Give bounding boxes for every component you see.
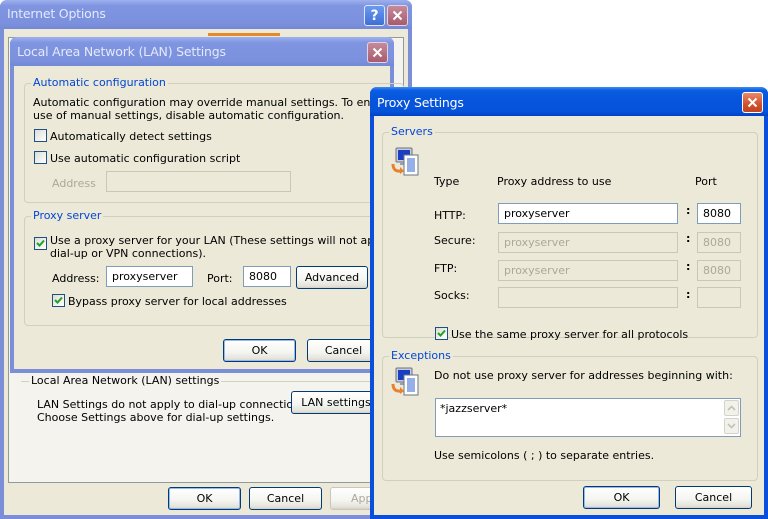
- lan-settings-titlebar[interactable]: Local Area Network (LAN) Settings: [10, 37, 394, 66]
- checkmark-icon: [36, 239, 45, 247]
- proxy-computer-icon: [391, 147, 419, 176]
- help-button[interactable]: ?: [364, 5, 385, 26]
- script-address-label: Address: [52, 177, 96, 190]
- proxy-port-label: Port:: [207, 272, 233, 285]
- help-icon: ?: [370, 7, 379, 24]
- chevron-up-icon: [727, 405, 736, 411]
- internet-options-cancel-button[interactable]: Cancel: [249, 487, 322, 510]
- proxy-server-group-label: Proxy server: [31, 209, 104, 223]
- lan-settings-close-button[interactable]: [367, 42, 388, 63]
- socks-separator: :: [686, 288, 691, 301]
- proxy-settings-titlebar[interactable]: Proxy Settings: [370, 87, 768, 116]
- proxy-port-input[interactable]: 8080: [243, 266, 291, 287]
- lan-settings-window: Local Area Network (LAN) Settings Automa…: [10, 37, 416, 373]
- auto-detect-label[interactable]: Automatically detect settings: [50, 130, 212, 143]
- secure-separator: :: [686, 232, 691, 245]
- ftp-separator: :: [686, 260, 691, 273]
- internet-options-titlebar[interactable]: Internet Options ?: [0, 0, 412, 29]
- connections-tab-indicator[interactable]: [208, 33, 280, 36]
- proxy-settings-close-button[interactable]: [742, 92, 763, 113]
- checkmark-icon: [437, 329, 446, 337]
- proxy-cancel-button[interactable]: Cancel: [675, 486, 752, 509]
- scroll-up-button[interactable]: [724, 400, 739, 416]
- script-address-input[interactable]: [106, 171, 291, 192]
- col-address-header: Proxy address to use: [497, 175, 612, 188]
- proxy-address-label: Address:: [52, 272, 100, 285]
- exceptions-icon: [391, 367, 419, 396]
- servers-group-label: Servers: [389, 125, 435, 139]
- auto-config-description-line2: use of manual settings, disable automati…: [33, 109, 345, 122]
- http-type-label: HTTP:: [434, 209, 466, 222]
- chevron-down-icon: [727, 423, 736, 429]
- http-separator: :: [686, 204, 691, 217]
- lan-settings-button[interactable]: LAN settings: [291, 391, 381, 414]
- proxy-settings-window: Proxy Settings Servers Type Proxy addres…: [370, 87, 768, 519]
- ftp-type-label: FTP:: [434, 262, 458, 275]
- bypass-local-label[interactable]: Bypass proxy server for local addresses: [68, 295, 287, 308]
- exceptions-value: *jazzserver*: [440, 402, 508, 415]
- use-script-label[interactable]: Use automatic configuration script: [50, 152, 240, 165]
- checkmark-icon: [54, 296, 63, 304]
- exceptions-textarea[interactable]: *jazzserver*: [435, 398, 741, 437]
- lan-settings-client: Automatic configuration Automatic config…: [14, 66, 416, 369]
- proxy-settings-title: Proxy Settings: [377, 95, 464, 110]
- proxy-ok-button[interactable]: OK: [583, 486, 660, 509]
- col-port-header: Port: [695, 175, 717, 188]
- secure-address-input[interactable]: proxyserver: [498, 232, 678, 253]
- socks-port-input[interactable]: [697, 287, 741, 308]
- ftp-port-input[interactable]: 8080: [697, 260, 741, 281]
- exceptions-group-label: Exceptions: [389, 349, 453, 363]
- col-type-header: Type: [434, 175, 460, 188]
- use-proxy-label-line2[interactable]: dial-up or VPN connections).: [50, 247, 206, 260]
- lan-settings-title: Local Area Network (LAN) Settings: [17, 44, 226, 59]
- lan-note-line2: Choose Settings above for dial-up settin…: [37, 411, 275, 424]
- close-icon: [747, 97, 758, 108]
- use-script-checkbox[interactable]: [34, 151, 47, 164]
- exceptions-description: Do not use proxy server for addresses be…: [434, 369, 733, 382]
- proxy-settings-client: Servers Type Proxy address to use Port H…: [374, 116, 764, 515]
- exceptions-hint: Use semicolons ( ; ) to separate entries…: [434, 449, 655, 462]
- scroll-down-button[interactable]: [724, 418, 739, 434]
- secure-type-label: Secure:: [434, 234, 476, 247]
- lan-note-line1: LAN Settings do not apply to dial-up con…: [37, 398, 310, 411]
- socks-address-input[interactable]: [498, 287, 678, 308]
- close-icon: [392, 10, 403, 21]
- http-port-input[interactable]: 8080: [697, 203, 741, 224]
- close-icon: [372, 47, 383, 58]
- auto-detect-checkbox[interactable]: [34, 129, 47, 142]
- socks-type-label: Socks:: [434, 289, 470, 302]
- proxy-address-input[interactable]: proxyserver: [106, 266, 193, 287]
- same-proxy-label[interactable]: Use the same proxy server for all protoc…: [451, 328, 688, 341]
- internet-options-ok-button[interactable]: OK: [168, 487, 241, 510]
- same-proxy-checkbox[interactable]: [435, 327, 448, 340]
- secure-port-input[interactable]: 8080: [697, 232, 741, 253]
- use-proxy-checkbox[interactable]: [34, 237, 47, 250]
- lan-ok-button[interactable]: OK: [223, 339, 296, 362]
- auto-config-group-label: Automatic configuration: [31, 76, 168, 90]
- advanced-button[interactable]: Advanced: [296, 266, 368, 289]
- http-address-input[interactable]: proxyserver: [498, 203, 678, 224]
- bypass-local-checkbox[interactable]: [52, 294, 65, 307]
- internet-options-close-button[interactable]: [387, 5, 408, 26]
- use-proxy-label-line1[interactable]: Use a proxy server for your LAN (These s…: [50, 234, 405, 247]
- internet-options-title: Internet Options: [7, 6, 106, 21]
- lan-settings-group-label: Local Area Network (LAN) settings: [29, 374, 222, 388]
- ftp-address-input[interactable]: proxyserver: [498, 260, 678, 281]
- auto-config-description-line1: Automatic configuration may override man…: [33, 96, 416, 109]
